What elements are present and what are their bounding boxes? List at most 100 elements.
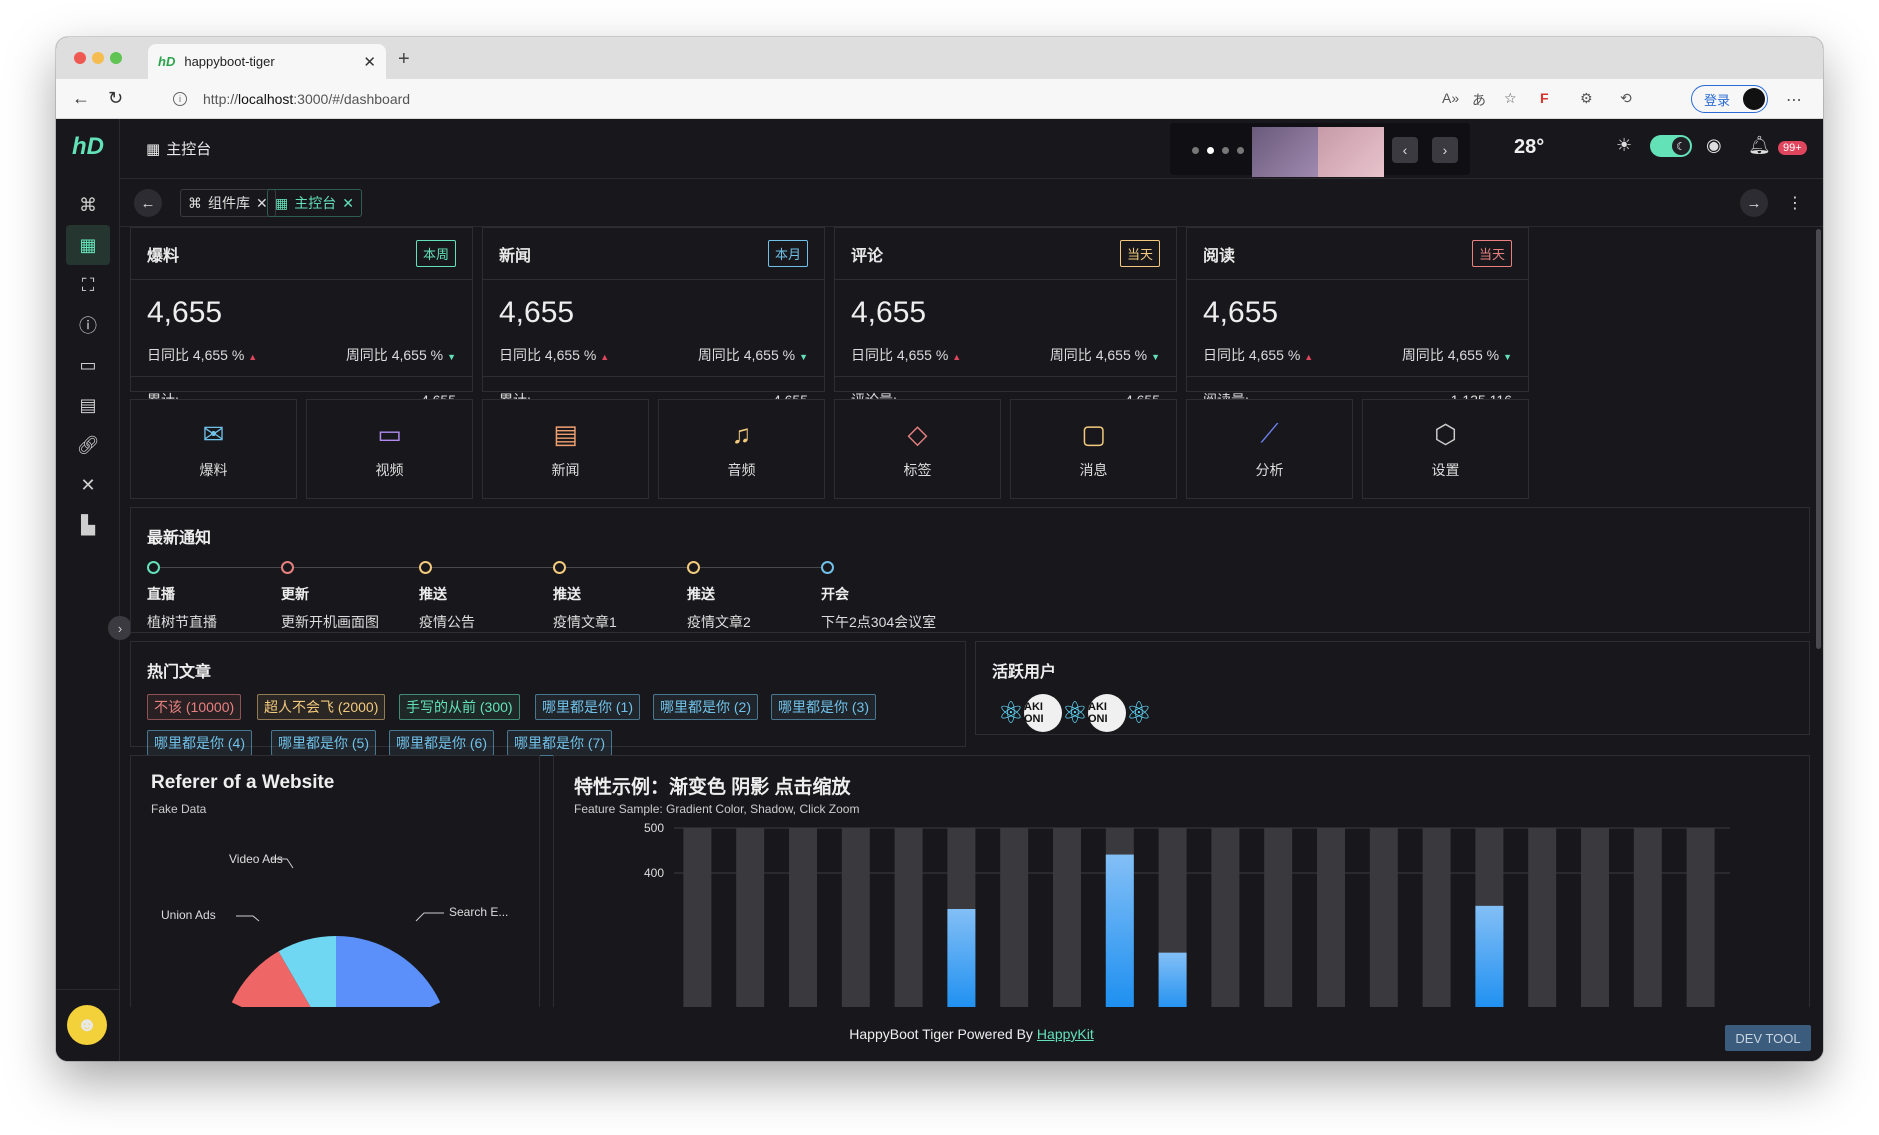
sidebar-item-cards[interactable]: ▭ bbox=[66, 345, 110, 385]
more-options-icon[interactable]: ⋮ bbox=[1787, 193, 1803, 213]
app-logo[interactable]: hD bbox=[72, 133, 104, 161]
browser-login-button[interactable]: 登录 bbox=[1691, 85, 1768, 113]
carousel-dot[interactable] bbox=[1192, 147, 1199, 154]
footer-link[interactable]: HappyKit bbox=[1037, 1026, 1094, 1042]
history-icon[interactable]: ⟲ bbox=[1620, 90, 1632, 107]
profile-avatar bbox=[1743, 88, 1765, 110]
close-icon[interactable]: ✕ bbox=[256, 195, 268, 212]
banner-carousel[interactable]: ‹ › bbox=[1170, 123, 1470, 177]
translate-icon[interactable]: あ bbox=[1472, 90, 1486, 110]
pie-label: Union Ads bbox=[161, 908, 216, 922]
tools-icon: ✕ bbox=[80, 474, 96, 495]
hot-article-tag[interactable]: 哪里都是你 (4) bbox=[147, 730, 252, 756]
sidebar-item-tables[interactable]: ▤ bbox=[66, 385, 110, 425]
dashboard-icon: ▦ bbox=[275, 194, 289, 211]
browser-menu-icon[interactable]: ⋯ bbox=[1786, 90, 1802, 110]
bar-background bbox=[1686, 828, 1715, 1007]
sidebar-item-links[interactable]: 🔗︎ bbox=[66, 425, 110, 465]
theme-toggle[interactable]: ☾ bbox=[1650, 135, 1692, 157]
stat-card-header: 评论 当天 bbox=[835, 228, 1176, 280]
pie-slice[interactable] bbox=[336, 936, 441, 1007]
tab-label: 主控台 bbox=[294, 195, 337, 211]
quick-link-5[interactable]: ◇ 标签 bbox=[834, 399, 1001, 499]
favorite-star-icon[interactable]: ☆ bbox=[1504, 90, 1517, 107]
dev-tool-button[interactable]: DEV TOOL bbox=[1725, 1025, 1811, 1051]
github-icon[interactable]: ◉ bbox=[1706, 135, 1722, 156]
pie-label-line bbox=[415, 912, 444, 922]
active-user-avatar[interactable]: ⚛ bbox=[1120, 694, 1158, 732]
week-over-week: 周同比 4,655 % ▼ bbox=[346, 345, 456, 365]
maximize-window-button[interactable] bbox=[110, 52, 122, 64]
page-title: ▦ 主控台 bbox=[146, 138, 211, 159]
hot-article-tag[interactable]: 哪里都是你 (1) bbox=[535, 694, 640, 720]
hot-article-tag[interactable]: 哪里都是你 (3) bbox=[771, 694, 876, 720]
quick-link-1[interactable]: ✉ 爆料 bbox=[130, 399, 297, 499]
close-icon[interactable]: ✕ bbox=[342, 195, 354, 212]
bar[interactable] bbox=[1105, 854, 1134, 1007]
browser-tab[interactable]: hD happyboot-tiger ✕ bbox=[148, 44, 386, 79]
close-tab-icon[interactable]: ✕ bbox=[363, 53, 376, 71]
carousel-dot[interactable] bbox=[1222, 147, 1229, 154]
carousel-dots bbox=[1192, 147, 1244, 154]
hot-article-tag[interactable]: 不该 (10000) bbox=[147, 694, 242, 720]
tab-components[interactable]: ⌘ 组件库 ✕ bbox=[180, 189, 276, 217]
notice-type: 直播 bbox=[147, 586, 175, 602]
read-aloud-icon[interactable]: A» bbox=[1442, 90, 1459, 106]
carousel-next-button[interactable]: › bbox=[1432, 137, 1458, 163]
hot-article-tag[interactable]: 哪里都是你 (2) bbox=[653, 694, 758, 720]
tab-dashboard[interactable]: ▦ 主控台 ✕ bbox=[267, 189, 362, 217]
crop-icon: ⛶ bbox=[81, 274, 95, 295]
stat-card: 阅读当天4,655日同比 4,655 %▲周同比 4,655 %▼阅读量:1,1… bbox=[1186, 227, 1529, 408]
timeline-node bbox=[821, 561, 834, 574]
minimize-window-button[interactable] bbox=[92, 52, 104, 64]
hot-article-tag[interactable]: 超人不会飞 (2000) bbox=[257, 694, 386, 720]
notice-text: 疫情公告 bbox=[419, 614, 475, 630]
bar-background bbox=[894, 828, 923, 1007]
quick-link-8[interactable]: ⬡ 设置 bbox=[1362, 399, 1529, 499]
bar[interactable] bbox=[947, 909, 976, 1007]
bar[interactable] bbox=[1475, 905, 1504, 1007]
sidebar-item-shapes[interactable]: ⛶ bbox=[66, 265, 110, 305]
sidebar-item-alerts[interactable]: ⓘ bbox=[66, 305, 110, 345]
quick-link-4[interactable]: ♫ 音频 bbox=[658, 399, 825, 499]
bar-background bbox=[1633, 828, 1662, 1007]
content-scrollbar[interactable] bbox=[1816, 229, 1821, 649]
reload-icon[interactable]: ↻ bbox=[108, 88, 123, 109]
close-window-button[interactable] bbox=[74, 52, 86, 64]
new-tab-icon[interactable]: + bbox=[398, 48, 410, 71]
day-over-day-text: 日同比 4,655 % bbox=[851, 347, 949, 363]
stat-title: 爆料 bbox=[147, 247, 180, 265]
day-over-day: 日同比 4,655 % ▲ bbox=[499, 345, 609, 365]
y-tick-label: 500 bbox=[644, 821, 664, 835]
back-arrow-icon[interactable]: ← bbox=[72, 88, 90, 109]
carousel-dot[interactable] bbox=[1237, 147, 1244, 154]
week-over-week-text: 周同比 4,655 % bbox=[345, 347, 444, 363]
extensions-puzzle-icon[interactable]: ⚙ bbox=[1580, 90, 1593, 107]
sun-icon[interactable]: ☀ bbox=[1616, 135, 1632, 156]
sidebar-user-avatar[interactable]: ☻ bbox=[67, 1005, 107, 1045]
notice-type: 开会 bbox=[821, 586, 849, 602]
info-icon[interactable]: i bbox=[173, 92, 187, 106]
tabs-forward-button[interactable]: → bbox=[1740, 189, 1768, 217]
carousel-dot[interactable] bbox=[1207, 147, 1214, 154]
quick-link-2[interactable]: ▭ 视频 bbox=[306, 399, 473, 499]
hot-article-tag[interactable]: 哪里都是你 (5) bbox=[271, 730, 376, 756]
quick-link-7[interactable]: ⟋ 分析 bbox=[1186, 399, 1353, 499]
tabs-back-button[interactable]: ← bbox=[134, 189, 162, 217]
hot-article-tag[interactable]: 手写的从前 (300) bbox=[399, 694, 520, 720]
sidebar-item-components[interactable]: ⌘ bbox=[66, 185, 110, 225]
sidebar-item-dashboard[interactable]: ▦ bbox=[66, 225, 110, 265]
quick-link-6[interactable]: ▢ 消息 bbox=[1010, 399, 1177, 499]
sidebar-item-layout[interactable]: ▙ bbox=[66, 505, 110, 545]
bell-icon[interactable]: 🔔︎ bbox=[1748, 135, 1771, 156]
carousel-prev-button[interactable]: ‹ bbox=[1392, 137, 1418, 163]
url-field[interactable]: i http://localhost:3000/#/dashboard bbox=[173, 87, 410, 111]
hot-article-tag[interactable]: 哪里都是你 (6) bbox=[389, 730, 494, 756]
bar[interactable] bbox=[1158, 952, 1187, 1007]
hot-article-tag[interactable]: 哪里都是你 (7) bbox=[507, 730, 612, 756]
quick-link-3[interactable]: ▤ 新闻 bbox=[482, 399, 649, 499]
browser-tab-title: happyboot-tiger bbox=[184, 54, 275, 69]
extension-icon[interactable]: F bbox=[1540, 90, 1549, 106]
browser-address-bar: ← ↻ i http://localhost:3000/#/dashboard … bbox=[56, 79, 1823, 119]
sidebar-item-tools[interactable]: ✕ bbox=[66, 465, 110, 505]
